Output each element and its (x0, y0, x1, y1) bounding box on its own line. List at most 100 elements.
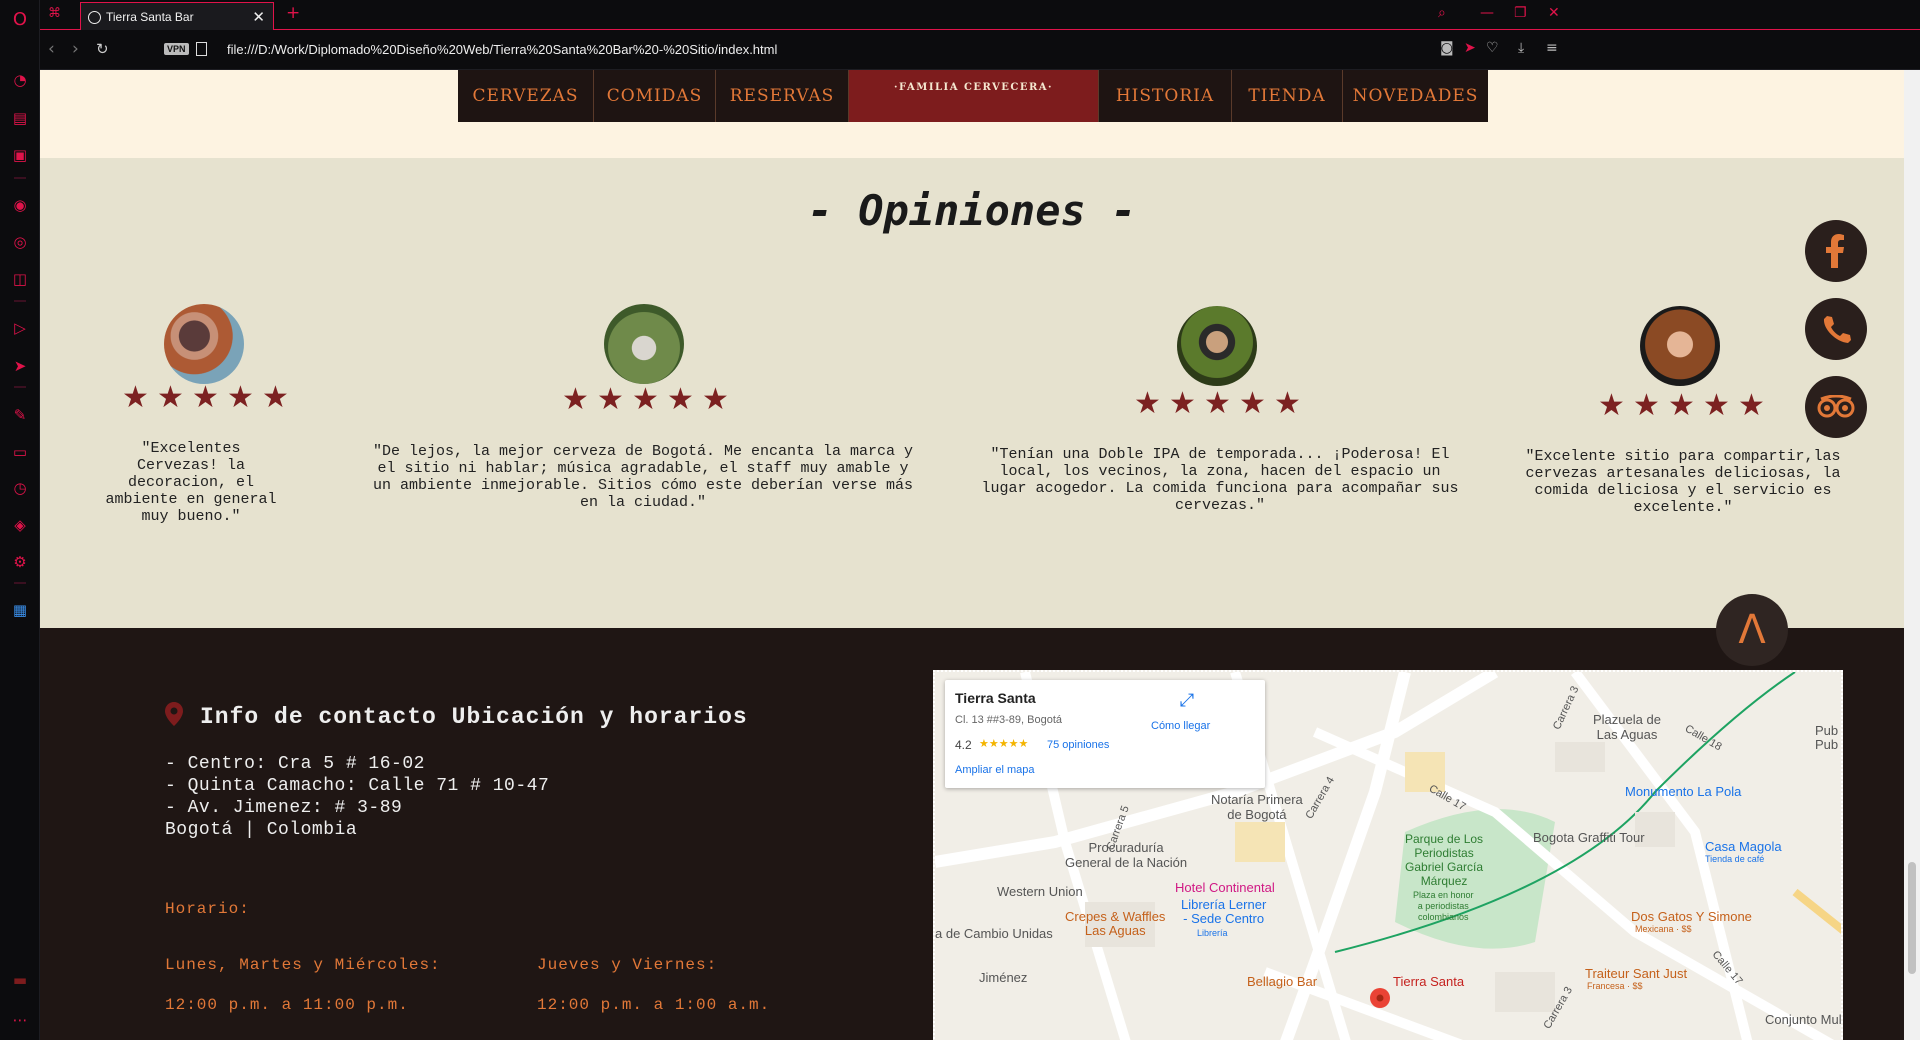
rating-stars: ★ ★ ★ ★ ★ (1134, 386, 1301, 421)
map-place-label: Dos Gatos Y Simone (1631, 909, 1752, 924)
nav-logo[interactable]: ·FAMILIA CERVECERA· (849, 70, 1099, 122)
reviews-link[interactable]: 75 opiniones (1047, 739, 1109, 751)
place-info-card: Tierra Santa Cl. 13 ##3-89, Bogotá 4.2 ★… (945, 680, 1265, 788)
map-place-label: Mexicana · $$ (1635, 924, 1692, 934)
back-icon[interactable]: ‹ (48, 39, 55, 59)
rating-stars: ★ ★ ★ ★ ★ (1598, 388, 1765, 423)
scroll-to-top-button[interactable]: Λ (1716, 594, 1788, 666)
map-place-label: Casa Magola (1705, 839, 1782, 854)
map-place-label: Plaza en honor a periodistas colombianos (1413, 890, 1474, 922)
tabs-icon[interactable]: ▭ (10, 442, 30, 462)
google-map[interactable]: Tierra Santa Cl. 13 ##3-89, Bogotá 4.2 ★… (933, 670, 1843, 1040)
reviewer-avatar (604, 304, 684, 384)
edit-icon[interactable]: ✎ (10, 405, 30, 425)
opinions-title: - Opiniones - (807, 186, 1137, 235)
directions-icon[interactable]: ⤢ (1177, 690, 1197, 711)
download-icon[interactable]: ⤓ (1518, 40, 1524, 56)
nav-historia[interactable]: HISTORIA (1099, 70, 1232, 122)
map-place-label: Traiteur Sant Just (1585, 966, 1688, 981)
page-icon (196, 42, 207, 56)
speed-dial-icon[interactable]: ◔ (10, 70, 30, 90)
review-quote: "Excelentes Cervezas! la decoracion, el … (105, 440, 277, 525)
map-place-label: Tienda de café (1705, 854, 1765, 864)
scrollbar-thumb[interactable] (1908, 862, 1916, 974)
extensions-icon[interactable]: ◈ (10, 515, 30, 535)
phone-button[interactable] (1805, 298, 1867, 360)
nav-reservas[interactable]: RESERVAS (716, 70, 849, 122)
search-tabs-icon[interactable]: ⌕ (1438, 5, 1446, 21)
whatsapp-icon[interactable]: ◎ (10, 232, 30, 252)
rating-stars-icon: ★★★★★ (979, 738, 1029, 750)
map-place-label: Jiménez (979, 970, 1028, 985)
nav-comidas[interactable]: COMIDAS (594, 70, 716, 122)
main-nav: CERVEZAS COMIDAS RESERVAS ·FAMILIA CERVE… (458, 70, 1488, 122)
place-name: Tierra Santa (955, 690, 1036, 706)
schedule-hours: 12:00 p.m. a 11:00 p.m. (165, 996, 409, 1014)
app-icon[interactable]: ▬ (10, 970, 30, 990)
settings-icon[interactable]: ⚙ (10, 552, 30, 572)
page-scrollbar[interactable] (1904, 70, 1920, 1040)
nav-tienda[interactable]: TIENDA (1232, 70, 1343, 122)
map-place-label: a de Cambio Unidas (935, 926, 1053, 941)
snapshot-icon[interactable]: ◙ (1440, 40, 1454, 56)
map-place-label: Pub Pub (1815, 723, 1839, 752)
forward-icon[interactable]: › (72, 39, 79, 59)
send-icon[interactable]: ➤ (10, 356, 30, 376)
bag-icon[interactable]: ▤ (10, 108, 30, 128)
tab-tierra-santa[interactable]: Tierra Santa Bar ✕ (80, 2, 274, 31)
directions-link[interactable]: Cómo llegar (1151, 720, 1210, 732)
close-window-icon[interactable]: ✕ (1548, 5, 1560, 21)
reviewer-avatar (1177, 306, 1257, 386)
gamepad-icon[interactable]: ⌘ (48, 6, 61, 21)
map-place-label: Procuraduría General de la Nación (1065, 840, 1188, 870)
contact-title: Info de contacto Ubicación y horarios (200, 704, 748, 730)
map-place-label: Monumento La Pola (1625, 784, 1742, 799)
review-quote: "Excelente sitio para compartir,las cerv… (1525, 448, 1841, 516)
history-icon[interactable]: ◷ (10, 478, 30, 498)
restore-icon[interactable]: ❐ (1514, 5, 1527, 21)
translate-icon[interactable]: ▦ (10, 600, 30, 620)
close-tab-icon[interactable]: ✕ (252, 8, 265, 26)
address-line: Bogotá | Colombia (165, 820, 358, 840)
nav-cervezas[interactable]: CERVEZAS (458, 70, 594, 122)
messenger-icon[interactable]: ◉ (10, 195, 30, 215)
minimize-icon[interactable]: — (1480, 5, 1494, 21)
map-place-label: Librería (1197, 928, 1228, 938)
tab-title: Tierra Santa Bar (106, 10, 194, 24)
globe-icon (88, 10, 101, 24)
map-place-label: Parque de Los Periodistas Gabriel García… (1405, 832, 1484, 888)
twitch-icon[interactable]: ▣ (10, 145, 30, 165)
menu-icon[interactable]: ≡ (1546, 40, 1558, 56)
instagram-icon[interactable]: ◫ (10, 269, 30, 289)
reload-icon[interactable]: ↻ (96, 40, 109, 58)
browser-sidebar: O ◔ ▤ ▣ ◉ ◎ ◫ ▷ ➤ ✎ ▭ ◷ ◈ ⚙ ▦ ▬ ⋯ (0, 0, 40, 1040)
nav-novedades[interactable]: NOVEDADES (1343, 70, 1488, 122)
player-icon[interactable]: ▷ (10, 318, 30, 338)
new-tab-icon[interactable]: + (286, 3, 300, 23)
opinions-section: - Opiniones - ★ ★ ★ ★ ★ "Excelentes Cervezas… (40, 158, 1904, 628)
vpn-badge[interactable]: VPN (164, 43, 189, 55)
opera-logo-icon[interactable]: O (10, 9, 30, 30)
address-line: - Av. Jimenez: # 3-89 (165, 798, 403, 818)
map-place-label: Tierra Santa (1393, 974, 1465, 989)
review-quote: "Tenían una Doble IPA de temporada... ¡P… (981, 446, 1459, 514)
bookmark-heart-icon[interactable]: ♡ (1486, 40, 1499, 56)
place-rating: 4.2 (955, 738, 972, 752)
review-quote: "De lejos, la mejor cerveza de Bogotá. M… (372, 443, 914, 511)
map-place-label: Bellagio Bar (1247, 974, 1318, 989)
tripadvisor-button[interactable] (1805, 376, 1867, 438)
address-bar: ‹ › ↻ VPN file:///D:/Work/Diplomado%20Di… (40, 30, 1920, 70)
tab-bar: ⌘ Tierra Santa Bar ✕ + ⌕ — ❐ ✕ (40, 0, 1920, 31)
schedule-hours: 12:00 p.m. a 1:00 a.m. (537, 996, 771, 1014)
map-place-label: Bogota Graffiti Tour (1533, 830, 1645, 845)
map-place-label: Hotel Continental (1175, 880, 1275, 895)
more-icon[interactable]: ⋯ (10, 1010, 30, 1030)
url-field[interactable]: file:///D:/Work/Diplomado%20Diseño%20Web… (227, 42, 777, 57)
page-viewport: CERVEZAS COMIDAS RESERVAS ·FAMILIA CERVE… (40, 70, 1904, 1040)
rating-stars: ★ ★ ★ ★ ★ (122, 380, 289, 415)
send-page-icon[interactable]: ➤ (1464, 40, 1476, 56)
facebook-button[interactable] (1805, 220, 1867, 282)
tripadvisor-icon (1817, 395, 1855, 418)
enlarge-map-link[interactable]: Ampliar el mapa (955, 764, 1034, 776)
location-pin-icon (165, 702, 183, 726)
